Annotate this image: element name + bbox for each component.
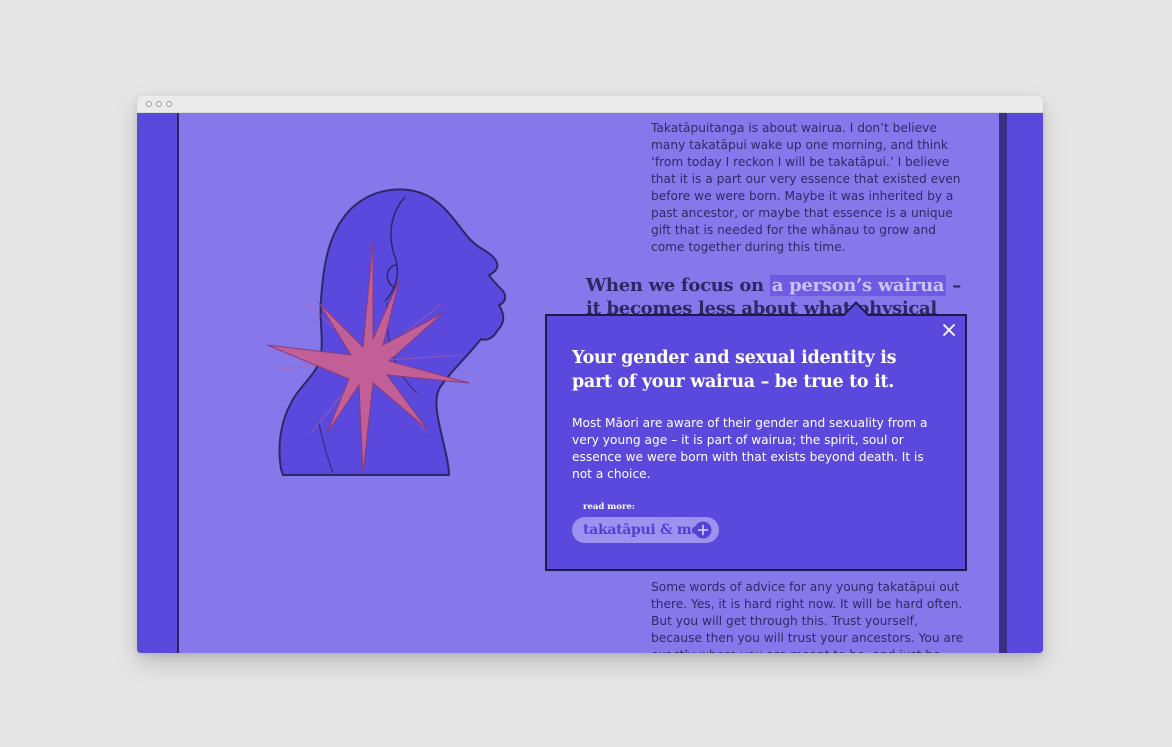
wairua-illustration bbox=[267, 188, 507, 476]
left-rail bbox=[137, 113, 179, 653]
article-paragraph: Some words of advice for any young takat… bbox=[651, 580, 964, 653]
pull-quote-highlight[interactable]: a person’s wairua bbox=[769, 275, 947, 296]
page-viewport: Takatāpuitanga is about wairua. I don’t … bbox=[137, 113, 1043, 653]
window-dot-icon[interactable] bbox=[166, 101, 172, 107]
plus-circle-icon bbox=[694, 521, 712, 539]
close-icon[interactable] bbox=[941, 322, 957, 338]
window-dot-icon[interactable] bbox=[156, 101, 162, 107]
browser-window: Takatāpuitanga is about wairua. I don’t … bbox=[137, 96, 1043, 653]
popup-title: Your gender and sexual identity is part … bbox=[572, 348, 897, 392]
read-more-link-button[interactable]: takatāpui & me bbox=[572, 517, 719, 543]
window-titlebar bbox=[137, 96, 1043, 113]
pull-quote-text: When we focus on bbox=[586, 275, 770, 296]
silhouette-figure bbox=[278, 188, 507, 476]
right-rail bbox=[999, 113, 1043, 653]
article-paragraph: Takatāpuitanga is about wairua. I don’t … bbox=[651, 121, 961, 254]
read-more-label: read more: bbox=[583, 502, 635, 512]
read-more-link-label: takatāpui & me bbox=[583, 522, 701, 538]
window-dot-icon[interactable] bbox=[146, 101, 152, 107]
popup-body: Most Māori are aware of their gender and… bbox=[572, 416, 928, 481]
definition-popup: Your gender and sexual identity is part … bbox=[545, 301, 967, 571]
